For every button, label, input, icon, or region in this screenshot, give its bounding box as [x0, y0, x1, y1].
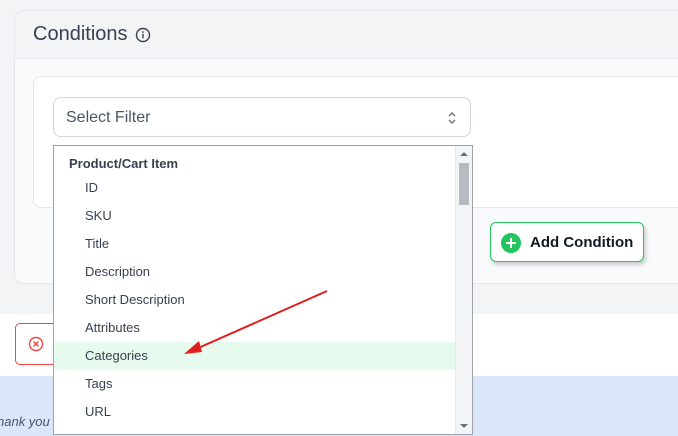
option-title[interactable]: Title [54, 230, 456, 258]
option-url[interactable]: URL [54, 398, 456, 426]
scrollbar-thumb[interactable] [459, 163, 469, 205]
option-description[interactable]: Description [54, 258, 456, 286]
option-attributes[interactable]: Attributes [54, 314, 456, 342]
conditions-title: Conditions [33, 23, 128, 45]
option-sku[interactable]: SKU [54, 202, 456, 230]
info-circle-icon[interactable] [135, 27, 151, 43]
add-condition-button[interactable]: Add Condition [490, 222, 644, 262]
chevron-updown-icon [446, 110, 458, 126]
x-circle-icon [28, 336, 44, 352]
conditions-header: Conditions [15, 11, 678, 59]
plus-circle-icon [501, 233, 521, 253]
filter-dropdown-list[interactable]: Product/Cart Item ID SKU Title Descripti… [53, 145, 473, 435]
option-categories[interactable]: Categories [54, 342, 456, 370]
option-group-header: Product/Cart Item [69, 156, 179, 171]
filter-select-value: Select Filter [66, 109, 151, 126]
option-short-description[interactable]: Short Description [54, 286, 456, 314]
filter-select[interactable]: Select Filter [53, 97, 471, 137]
notice-text: hank you [0, 414, 50, 429]
scroll-up-arrow-icon[interactable] [460, 150, 468, 158]
scroll-down-arrow-icon[interactable] [460, 422, 468, 430]
dropdown-scrollbar[interactable] [455, 146, 472, 434]
option-tags[interactable]: Tags [54, 370, 456, 398]
option-id[interactable]: ID [54, 174, 456, 202]
add-condition-label: Add Condition [530, 234, 634, 251]
